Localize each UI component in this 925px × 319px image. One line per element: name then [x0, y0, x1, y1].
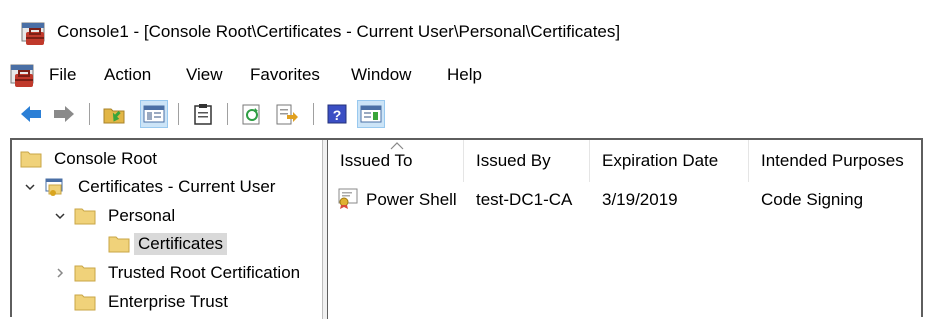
- menu-favorites[interactable]: Favorites: [250, 65, 320, 85]
- tree-item-certificates[interactable]: Certificates: [108, 231, 228, 257]
- column-header-expiration-date[interactable]: Expiration Date: [590, 140, 749, 182]
- toolbar-separator: [313, 103, 314, 125]
- help-icon: ?: [327, 104, 347, 124]
- system-menu-icon[interactable]: [10, 63, 36, 89]
- cell-issued-by: test-DC1-CA: [476, 190, 573, 209]
- expanded-chevron-icon[interactable]: [22, 179, 38, 195]
- up-one-level-button[interactable]: [100, 100, 128, 128]
- cell-intended-purposes: Code Signing: [761, 190, 864, 209]
- folder-icon: [74, 294, 96, 311]
- sort-ascending-icon: [390, 142, 404, 150]
- cell-issued-to: Power Shell: [366, 190, 457, 209]
- svg-text:?: ?: [333, 107, 342, 123]
- forward-arrow-icon: [54, 106, 74, 122]
- tree-item-trusted-root[interactable]: Trusted Root Certification: [52, 260, 304, 286]
- console-panes: Console Root Certificates - Current User…: [10, 138, 923, 319]
- export-list-icon: [276, 104, 298, 125]
- menu-action[interactable]: Action: [104, 65, 151, 85]
- refresh-button[interactable]: [238, 100, 266, 128]
- tree-item-personal[interactable]: Personal: [52, 203, 179, 229]
- tree-item-certificates-current-user[interactable]: Certificates - Current User: [22, 174, 279, 200]
- collapsed-chevron-icon[interactable]: [52, 265, 68, 281]
- tree-item-label: Personal: [108, 206, 176, 225]
- mmc-console-icon: [21, 22, 45, 45]
- folder-icon: [20, 151, 42, 168]
- properties-button[interactable]: [189, 100, 217, 128]
- column-header-label: Issued By: [476, 151, 551, 170]
- column-header-intended-purposes[interactable]: Intended Purposes: [749, 140, 921, 182]
- refresh-icon: [242, 104, 260, 125]
- column-header-label: Intended Purposes: [761, 151, 904, 170]
- tree-item-label: Trusted Root Certification: [108, 263, 301, 282]
- toolbar-separator: [89, 103, 90, 125]
- folder-icon: [74, 208, 96, 225]
- results-list: Issued To Issued By Expiration Date Inte…: [328, 140, 921, 319]
- expanded-chevron-icon[interactable]: [52, 208, 68, 224]
- folder-icon: [108, 236, 130, 253]
- tree-item-label: Certificates - Current User: [78, 177, 276, 196]
- back-arrow-icon: [21, 106, 41, 122]
- export-list-button[interactable]: [273, 100, 301, 128]
- back-button[interactable]: [17, 100, 45, 128]
- tree-item-label: Certificates: [134, 233, 228, 255]
- show-hide-console-tree-button[interactable]: [140, 100, 168, 128]
- help-button[interactable]: ?: [323, 100, 351, 128]
- toolbar-separator: [227, 103, 228, 125]
- tree-item-console-root[interactable]: Console Root: [20, 146, 161, 172]
- column-header-issued-to[interactable]: Issued To: [328, 140, 464, 182]
- menu-file[interactable]: File: [49, 65, 76, 85]
- cell-expiration-date: 3/19/2019: [602, 190, 678, 209]
- folder-icon: [74, 265, 96, 282]
- toolbar-separator: [178, 103, 179, 125]
- show-hide-action-pane-icon: [360, 105, 382, 123]
- up-folder-icon: [103, 108, 125, 124]
- forward-button[interactable]: [50, 100, 78, 128]
- show-hide-tree-icon: [143, 105, 165, 123]
- certificates-snapin-icon: [45, 178, 63, 196]
- tree-item-label: Console Root: [54, 149, 158, 168]
- window-title: Console1 - [Console Root\Certificates - …: [57, 22, 621, 41]
- menu-help[interactable]: Help: [447, 65, 482, 85]
- show-hide-action-pane-button[interactable]: [357, 100, 385, 128]
- clipboard-icon: [194, 104, 212, 125]
- column-header-label: Expiration Date: [602, 151, 719, 170]
- column-header-label: Issued To: [340, 151, 413, 170]
- menu-view[interactable]: View: [186, 65, 223, 85]
- certificate-icon: [338, 188, 358, 209]
- tree-item-label: Enterprise Trust: [108, 292, 228, 311]
- column-header-issued-by[interactable]: Issued By: [464, 140, 590, 182]
- tree-item-enterprise-trust[interactable]: Enterprise Trust: [74, 289, 232, 315]
- menu-bar: File Action View Favorites Window Help: [0, 60, 925, 94]
- menu-window[interactable]: Window: [351, 65, 411, 85]
- console-tree: Console Root Certificates - Current User…: [12, 140, 322, 319]
- title-bar: Console1 - [Console Root\Certificates - …: [0, 0, 925, 60]
- toolbar: ?: [0, 94, 925, 136]
